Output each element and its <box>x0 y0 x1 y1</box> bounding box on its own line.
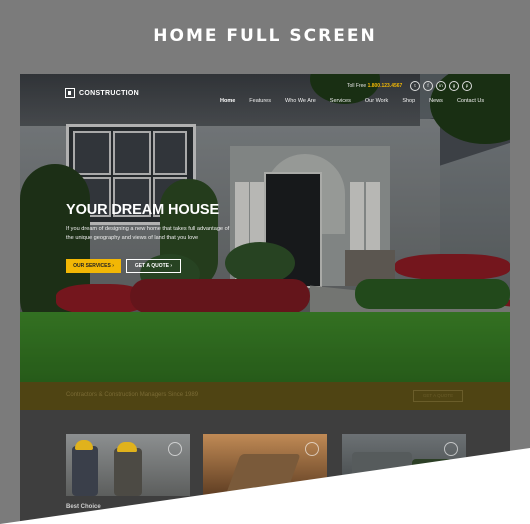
nav-item-shop[interactable]: Shop <box>395 98 422 104</box>
twitter-icon[interactable]: t <box>410 81 420 91</box>
banner-text: Contractors & Construction Managers Sinc… <box>66 392 199 398</box>
page-heading: HOME FULL SCREEN <box>153 26 377 46</box>
banner-quote-button[interactable]: GET A QUOTE <box>413 390 463 402</box>
tollfree-label: Toll Free <box>347 83 367 89</box>
tollfree-info: Toll Free 1.800.123.4567 <box>347 83 402 89</box>
facebook-icon[interactable]: f <box>423 81 433 91</box>
nav-item-news[interactable]: News <box>422 98 450 104</box>
website-preview: CONSTRUCTION Toll Free 1.800.123.4567 t … <box>20 74 510 524</box>
our-services-button[interactable]: OUR SERVICES › <box>66 259 121 273</box>
googleplus-icon[interactable]: g <box>449 81 459 91</box>
service-card[interactable] <box>203 434 327 496</box>
hero-description: If you dream of designing a new home tha… <box>66 226 230 241</box>
site-logo[interactable]: CONSTRUCTION <box>65 88 139 98</box>
service-card-title: Best Choice <box>66 504 101 510</box>
linkedin-icon[interactable]: in <box>436 81 446 91</box>
service-card[interactable] <box>342 434 466 496</box>
nav-item-services[interactable]: Services <box>323 98 358 104</box>
nav-item-home[interactable]: Home <box>213 98 242 104</box>
pinterest-icon[interactable]: p <box>462 81 472 91</box>
hero-title: YOUR DREAM HOUSE <box>66 202 220 218</box>
social-links: t f in g p <box>410 81 472 91</box>
get-a-quote-button[interactable]: GET A QUOTE › <box>126 259 181 273</box>
banner-strip: Contractors & Construction Managers Sinc… <box>20 382 510 410</box>
logo-text: CONSTRUCTION <box>79 89 139 97</box>
play-icon[interactable] <box>168 442 182 456</box>
play-icon[interactable] <box>305 442 319 456</box>
nav-item-contact-us[interactable]: Contact Us <box>450 98 491 104</box>
logo-icon <box>65 88 75 98</box>
nav-item-who-we-are[interactable]: Who We Are <box>278 98 323 104</box>
nav-item-features[interactable]: Features <box>242 98 278 104</box>
phone-number[interactable]: 1.800.123.4567 <box>368 83 403 89</box>
nav-item-our-work[interactable]: Our Work <box>358 98 395 104</box>
service-card[interactable] <box>66 434 190 496</box>
hero-section: CONSTRUCTION Toll Free 1.800.123.4567 t … <box>20 74 510 382</box>
services-section: Best Choice <box>20 410 510 524</box>
main-nav: Home Features Who We Are Services Our Wo… <box>213 98 491 104</box>
play-icon[interactable] <box>444 442 458 456</box>
